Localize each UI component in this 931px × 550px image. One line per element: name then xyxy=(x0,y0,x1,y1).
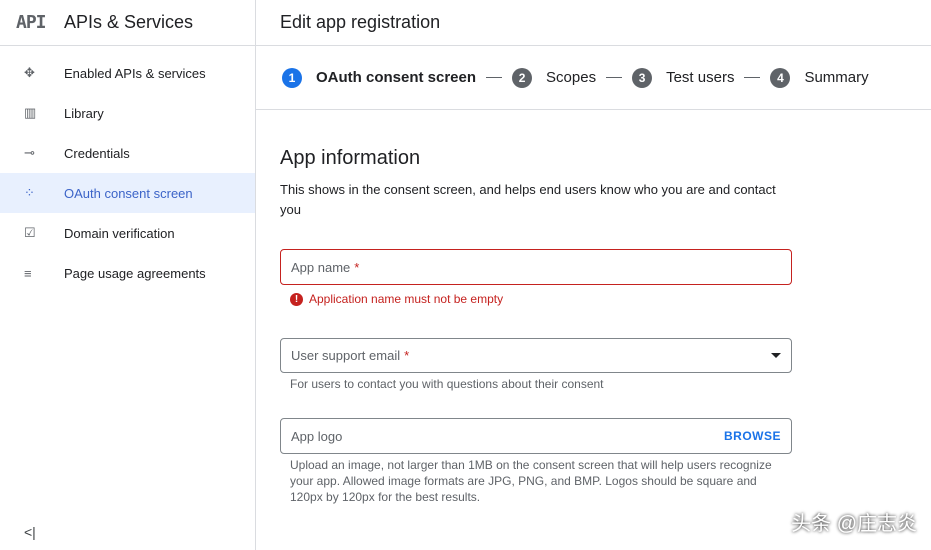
section-title: App information xyxy=(280,147,421,169)
sidebar-item-enabled-apis[interactable]: ✥ Enabled APIs & services xyxy=(0,53,255,93)
step-divider xyxy=(744,77,761,78)
step-scopes[interactable]: 2 Scopes xyxy=(512,67,597,88)
sidebar-item-library[interactable]: ▥ Library xyxy=(0,93,255,133)
key-icon: ⊸ xyxy=(24,145,35,160)
sidebar-item-label: Page usage agreements xyxy=(64,265,206,281)
app-logo-field: App logo BROWSE xyxy=(280,418,792,454)
consent-icon: ⁘ xyxy=(24,185,35,200)
logo-hint: Upload an image, not larger than 1MB on … xyxy=(290,458,772,504)
main: Edit app registration 1 OAuth consent scr… xyxy=(256,0,931,550)
step-summary[interactable]: 4 Summary xyxy=(770,67,869,88)
page-title: Edit app registration xyxy=(256,0,931,46)
dropdown-arrow-icon xyxy=(771,353,781,358)
step-label: OAuth consent screen xyxy=(316,69,477,86)
sidebar-item-domain-verification[interactable]: ☑ Domain verification xyxy=(0,213,255,253)
apis-icon: ✥ xyxy=(24,65,35,80)
field-label: App logo xyxy=(291,428,343,444)
error-text: Application name must not be empty xyxy=(309,292,504,306)
collapse-sidebar-icon[interactable]: <| xyxy=(24,524,36,540)
sidebar: API APIs & Services ✥ Enabled APIs & serv… xyxy=(0,0,256,550)
step-divider xyxy=(606,77,623,78)
error-icon: ! xyxy=(290,292,303,306)
step-oauth-consent[interactable]: 1 OAuth consent screen xyxy=(282,67,477,88)
sidebar-item-page-usage[interactable]: ≡ Page usage agreements xyxy=(0,253,255,293)
sidebar-item-label: Library xyxy=(64,105,104,121)
section-description: This shows in the consent screen, and he… xyxy=(280,182,776,217)
watermark: 头条 @庄志炎 xyxy=(791,513,917,535)
sidebar-item-label: OAuth consent screen xyxy=(64,185,193,201)
browse-button[interactable]: BROWSE xyxy=(724,429,781,443)
step-number: 3 xyxy=(632,67,653,88)
api-logo: API xyxy=(16,12,47,33)
app-name-input[interactable]: App name * xyxy=(280,249,792,285)
checkbox-icon: ☑ xyxy=(24,225,36,240)
user-support-email-select[interactable]: User support email * xyxy=(280,338,792,373)
required-marker: * xyxy=(354,259,360,275)
step-number: 2 xyxy=(512,67,533,88)
sidebar-item-credentials[interactable]: ⊸ Credentials xyxy=(0,133,255,173)
required-marker: * xyxy=(404,348,410,363)
field-label: App name xyxy=(291,259,351,275)
step-label: Test users xyxy=(666,69,735,86)
app-name-error: ! Application name must not be empty xyxy=(290,292,503,306)
step-number: 1 xyxy=(282,67,302,88)
product-title[interactable]: APIs & Services xyxy=(64,12,193,33)
nav: ✥ Enabled APIs & services ▥ Library ⊸ Crede… xyxy=(0,46,255,293)
step-label: Scopes xyxy=(546,69,597,86)
sidebar-item-label: Credentials xyxy=(64,145,130,161)
step-label: Summary xyxy=(804,69,869,86)
form: App information This shows in the consen… xyxy=(256,147,931,220)
settings-list-icon: ≡ xyxy=(24,265,32,281)
step-test-users[interactable]: 3 Test users xyxy=(632,67,735,88)
brand: API APIs & Services xyxy=(0,0,255,46)
email-hint: For users to contact you with questions … xyxy=(290,377,604,391)
sidebar-item-oauth-consent[interactable]: ⁘ OAuth consent screen xyxy=(0,173,255,213)
library-icon: ▥ xyxy=(24,105,37,120)
field-label: User support email xyxy=(291,348,401,363)
step-divider xyxy=(486,77,503,78)
sidebar-item-label: Domain verification xyxy=(64,225,175,241)
stepper: 1 OAuth consent screen 2 Scopes 3 Test user… xyxy=(256,46,931,110)
sidebar-item-label: Enabled APIs & services xyxy=(64,65,206,81)
step-number: 4 xyxy=(770,67,791,88)
